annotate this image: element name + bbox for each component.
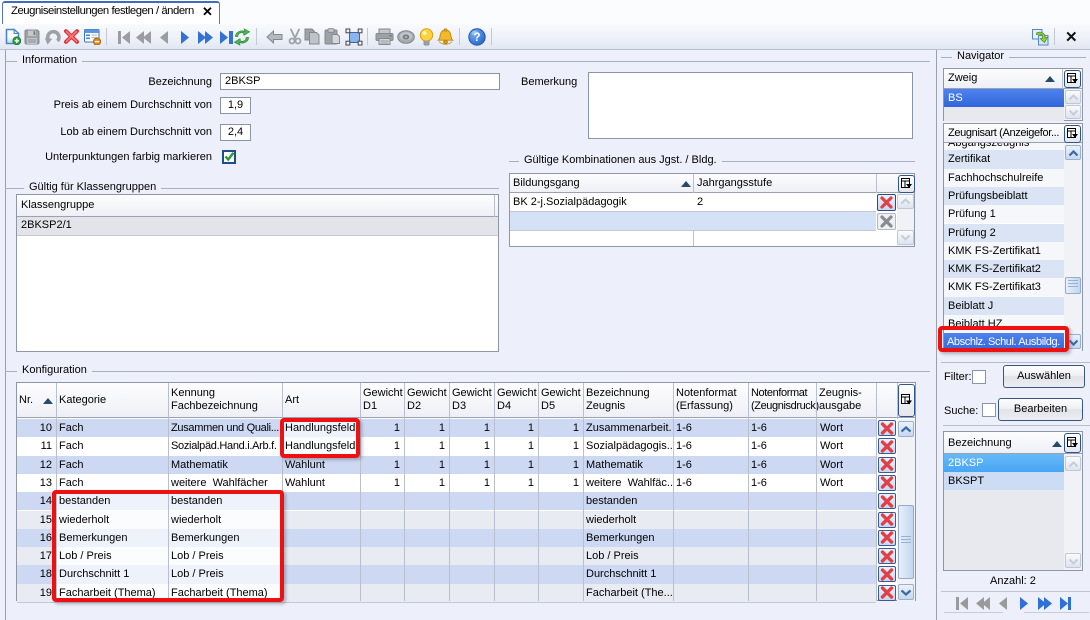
svg-text:?: ?	[473, 32, 480, 44]
